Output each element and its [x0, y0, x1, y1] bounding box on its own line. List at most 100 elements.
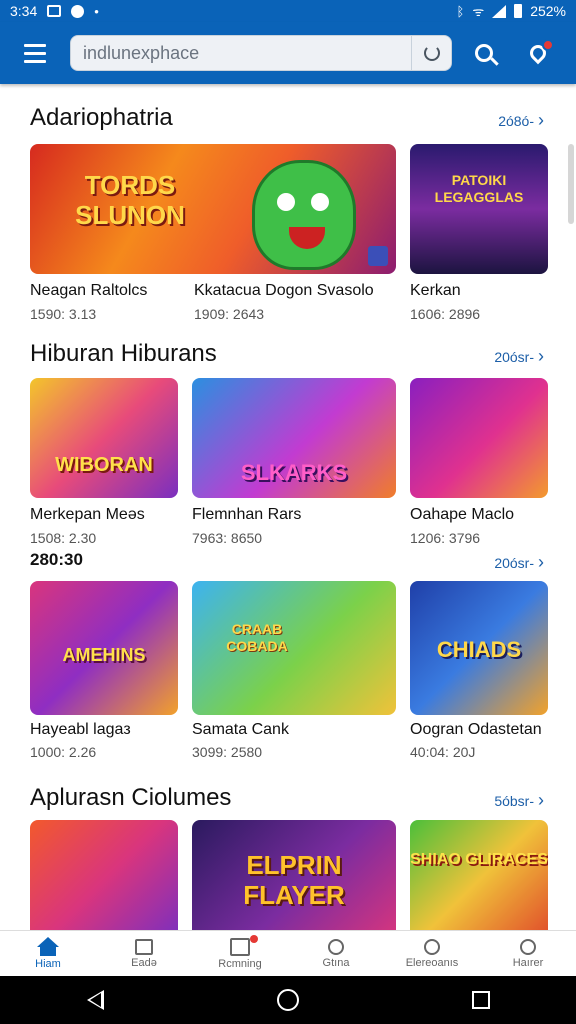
chevron-right-icon: ›: [538, 790, 544, 810]
signal-icon: [492, 4, 507, 18]
profile-search-icon: [328, 938, 344, 955]
see-all-label: 20ósr-: [494, 348, 534, 365]
see-all-label: 20ósr-: [494, 554, 534, 571]
game-thumbnail: PATOIKI LEGAGGLAS: [410, 144, 548, 274]
game-meta: 3099: 2580: [192, 744, 263, 760]
section-title: Adariophatria: [30, 104, 173, 131]
game-meta: 1000: 2.26: [30, 744, 97, 760]
back-icon[interactable]: [86, 990, 104, 1010]
section-title: Aplurasn Ciolumes: [30, 784, 232, 811]
game-meta: 1508: 2.30: [30, 530, 97, 546]
see-all-link[interactable]: 20ósr- ›: [494, 346, 544, 367]
game-thumbnail: [30, 820, 178, 930]
nav-item-chat[interactable]: Eadə: [96, 931, 192, 976]
game-name: Neagan Raltolcs: [30, 282, 148, 299]
game-meta: 40:04: 20J: [410, 744, 476, 760]
search-button[interactable]: [462, 31, 506, 75]
game-meta: 1590: 3.13: [30, 306, 97, 322]
nav-item-account[interactable]: Haırer: [480, 931, 576, 976]
game-thumbnail: TORDS SLUNON: [30, 144, 396, 274]
thumbnail-background: [30, 378, 178, 498]
recent-apps-icon[interactable]: [471, 991, 490, 1009]
document-icon: [230, 937, 250, 956]
game-meta: 1206: 3796: [410, 530, 481, 546]
game-card[interactable]: TORDS SLUNON Neagan Raltolcs 1590: 3.13: [30, 144, 396, 322]
game-card[interactable]: CRAAB COBADA Samata Cank 3099: 2580: [192, 581, 396, 760]
battery-percent: 252%: [530, 3, 566, 19]
game-name: Oahape Maclo: [410, 506, 515, 523]
notifications-button[interactable]: [516, 31, 560, 75]
see-all-link[interactable]: 20ósr- ›: [494, 552, 544, 573]
game-card[interactable]: AMEHINS Hayeabl lagaз 1000: 2.26: [30, 581, 178, 760]
content-feed[interactable]: Adariophatria 2ó8ó- › TORDS SLUNON Neagan …: [0, 84, 576, 930]
nav-label: Elereoanıs: [405, 956, 459, 969]
refresh-button[interactable]: [411, 36, 451, 70]
see-all-link[interactable]: 2ó8ó- ›: [498, 110, 544, 131]
nav-item-profile-search[interactable]: Gtına: [288, 931, 384, 976]
scrollbar[interactable]: [568, 144, 574, 224]
game-name: Flemnhan Rars: [192, 506, 302, 523]
nav-item-home[interactable]: Hiam: [0, 931, 96, 976]
game-thumbnail: AMEHINS: [30, 581, 178, 715]
game-card[interactable]: SLKARKS Flemnhan Rars 7963: 8650: [192, 378, 396, 546]
game-name: Hayeabl lagaз: [30, 721, 131, 738]
thumbnail-background: [410, 144, 548, 274]
game-title-art: ELPRIN FLAYER: [243, 850, 345, 910]
game-title-art: SLKARKS: [240, 460, 348, 485]
nav-label: Eadə: [131, 956, 157, 969]
more-dots-icon: •: [94, 3, 99, 19]
bluetooth-icon: ᛒ: [456, 3, 465, 19]
see-all-label: 5óbsr-: [494, 792, 534, 809]
game-thumbnail: SLKARKS: [192, 378, 396, 498]
nav-label: Rcmning: [218, 957, 262, 970]
game-title-art: SHIAO GLIRACES: [410, 851, 548, 868]
game-thumbnail: ELPRIN FLAYER: [192, 820, 396, 930]
game-thumbnail: [410, 378, 548, 498]
nav-item-explore[interactable]: Elereoanıs: [384, 931, 480, 976]
see-all-link[interactable]: 5óbsr- ›: [494, 790, 544, 811]
game-title-art: AMEHINS: [62, 645, 146, 665]
nav-label: Gtına: [322, 956, 350, 969]
nav-item-documents[interactable]: Rcmning: [192, 931, 288, 976]
game-title-art: TORDS SLUNON: [75, 170, 185, 230]
chevron-right-icon: ›: [538, 346, 544, 366]
wifi-icon: ᯤ: [472, 4, 485, 19]
battery-icon: [514, 4, 523, 18]
system-navigation-bar: [0, 976, 576, 1024]
badge-icon: [368, 246, 388, 266]
notification-badge: [542, 39, 554, 51]
status-bar: 3:34 • ᛒ ᯤ 252%: [0, 0, 576, 22]
game-thumbnail: WIBORAN: [30, 378, 178, 498]
gallery-icon: [47, 5, 62, 17]
game-card[interactable]: SHIAO GLIRACES: [410, 820, 548, 930]
game-name: Kkatacua Dogon Svasolo: [194, 282, 374, 299]
hamburger-menu-icon[interactable]: [14, 32, 56, 74]
game-thumbnail: SHIAO GLIRACES: [410, 820, 548, 930]
explore-icon: [424, 938, 440, 955]
nav-label: Haırer: [512, 956, 544, 969]
search-icon: [475, 44, 493, 62]
game-name: Merkepan Meəs: [30, 506, 145, 523]
thumbnail-background: [410, 378, 548, 498]
app-screen: 3:34 • ᛒ ᯤ 252% indlunexphace Adariophat…: [0, 0, 576, 1024]
home-circle-icon[interactable]: [276, 989, 299, 1011]
game-meta: 7963: 8650: [192, 530, 263, 546]
game-card[interactable]: ELPRIN FLAYER: [192, 820, 396, 930]
search-input[interactable]: [83, 42, 411, 64]
game-card[interactable]: PATOIKI LEGAGGLAS Kerkan 1606: 2896: [410, 144, 548, 322]
section-label: 280:30: [30, 550, 83, 569]
game-card[interactable]: CHIADS Oogran Odastetan 40:04: 20J: [410, 581, 548, 760]
status-time: 3:34: [10, 3, 38, 19]
game-title-art: CRAAB COBADA: [226, 621, 288, 654]
mascot-image: [252, 160, 356, 270]
thumbnail-background: [410, 820, 548, 930]
nav-label: Hiam: [35, 958, 61, 970]
game-card[interactable]: [30, 820, 178, 930]
game-name: Kerkan: [410, 282, 461, 299]
game-card[interactable]: Oahape Maclo 1206: 3796: [410, 378, 548, 546]
bottom-navigation: Hiam Eadə Rcmning Gtına Elereoanıs Haıre…: [0, 930, 576, 976]
search-box: [70, 35, 452, 71]
game-card[interactable]: WIBORAN Merkepan Meəs 1508: 2.30: [30, 378, 178, 546]
game-name: Samata Cank: [192, 721, 289, 738]
game-name: Oogran Odastetan: [410, 721, 542, 738]
